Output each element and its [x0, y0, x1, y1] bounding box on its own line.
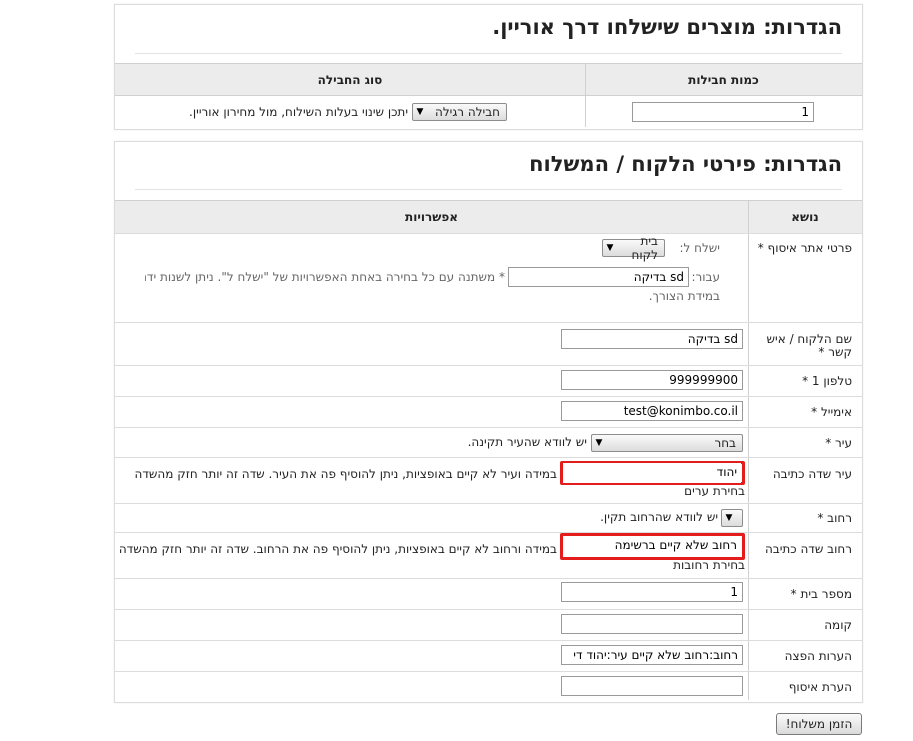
table-row: עיר * בחר ▼ יש לוודא שהעיר תקינה.: [115, 427, 862, 458]
street-text-label: רחוב שדה כתיבה: [764, 542, 852, 556]
email-input[interactable]: test@konimbo.co.il: [561, 401, 743, 421]
col-header-package-type: סוג החבילה: [317, 72, 383, 87]
table-row: טלפון 1 * 999999900: [115, 365, 862, 397]
city-text-note-cont: בחירת ערים: [684, 484, 745, 498]
delivery-notes-label: הערות הפצה: [784, 649, 852, 663]
email-label: אימייל *: [811, 405, 852, 419]
phone-label: טלפון 1 *: [802, 374, 852, 388]
packages-quantity-input[interactable]: 1: [632, 102, 814, 122]
for-note-cont: במידת הצורך.: [648, 289, 720, 303]
shipping-products-panel: הגדרות: מוצרים שישלחו דרך אוריין. כמות ח…: [114, 4, 863, 130]
house-number-label: מספר בית *: [790, 587, 852, 601]
table-row: קומה: [115, 609, 862, 641]
for-label: עבור:: [691, 270, 720, 284]
send-to-label: ישלח ל:: [679, 241, 720, 255]
city-text-label: עיר שדה כתיבה: [772, 467, 852, 481]
table-row: פרטי אתר איסוף * ישלח ל: בית לקוח ▼ עבור…: [115, 233, 862, 323]
table-row: רחוב * ▼ יש לוודא שהרחוב תקין.: [115, 503, 862, 533]
pickup-site-label: פרטי אתר איסוף *: [757, 241, 852, 255]
customer-name-input[interactable]: sd בדיקה: [561, 329, 743, 349]
table-row: מספר בית * 1: [115, 578, 862, 610]
table-row: עיר שדה כתיבה יהוד במידה ועיר לא קיים בא…: [115, 457, 862, 504]
for-note: * משתנה עם כל בחירה באחת האפשרויות של "י…: [145, 270, 505, 284]
panel-title: הגדרות: מוצרים שישלחו דרך אוריין.: [492, 15, 842, 39]
street-text-note: במידה ורחוב לא קיים באופציות, ניתן להוסי…: [118, 542, 557, 556]
send-to-select[interactable]: בית לקוח ▼: [602, 234, 665, 262]
chevron-down-icon: ▼: [606, 243, 614, 253]
package-type-note: יתכן שינוי בעלות השילוח, מול מחירון אורי…: [189, 105, 408, 119]
phone-input[interactable]: 999999900: [561, 370, 743, 390]
pickup-note-input[interactable]: [561, 676, 743, 696]
table-row: שם הלקוח / איש קשר * sd בדיקה: [115, 322, 862, 366]
table-header: כמות חבילות סוג החבילה: [115, 63, 862, 96]
col-header-subject: נושא: [791, 210, 819, 224]
for-input[interactable]: sd בדיקה: [508, 267, 689, 287]
chevron-down-icon: ▼: [416, 107, 424, 117]
col-header-packages: כמות חבילות: [688, 72, 759, 87]
city-text-note: במידה ועיר לא קיים באופציות, ניתן להוסיף…: [134, 467, 557, 481]
send-to-value: בית לקוח: [631, 234, 658, 262]
customer-shipping-panel: הגדרות: פירטי הלקוח / המשלוח נושא אפשרוי…: [114, 141, 863, 703]
street-note: יש לוודא שהרחוב תקין.: [600, 510, 718, 524]
street-text-input[interactable]: רחוב שלא קיים ברשימה: [563, 536, 741, 556]
house-number-input[interactable]: 1: [561, 582, 743, 602]
city-select-value: בחר: [714, 436, 736, 450]
col-header-options: אפשרויות: [405, 210, 458, 224]
table-header: נושא אפשרויות: [115, 200, 862, 234]
order-shipping-button[interactable]: הזמן משלוח!: [776, 713, 862, 735]
table-row: הערת איסוף: [115, 671, 862, 702]
street-label: רחוב *: [817, 511, 852, 525]
package-type-select[interactable]: חבילה רגילה ▼: [412, 103, 507, 121]
city-text-input[interactable]: יהוד: [563, 463, 741, 483]
package-type-value: חבילה רגילה: [435, 105, 500, 119]
pickup-note-label: הערת איסוף: [788, 680, 852, 694]
floor-input[interactable]: [561, 614, 743, 634]
delivery-notes-input[interactable]: רחוב:רחוב שלא קיים עיר:יהוד די: [561, 645, 743, 665]
chevron-down-icon: ▼: [595, 438, 603, 448]
table-row: הערות הפצה רחוב:רחוב שלא קיים עיר:יהוד ד…: [115, 640, 862, 672]
city-note: יש לוודא שהעיר תקינה.: [467, 435, 587, 449]
panel-title: הגדרות: פירטי הלקוח / המשלוח: [529, 152, 842, 176]
table-row: רחוב שדה כתיבה רחוב שלא קיים ברשימה במיד…: [115, 532, 862, 579]
street-select[interactable]: ▼: [721, 509, 743, 527]
customer-name-label: שם הלקוח / איש קשר *: [766, 332, 852, 359]
city-label: עיר *: [825, 436, 852, 450]
street-text-note-cont: בחירת רחובות: [673, 558, 745, 572]
city-select[interactable]: בחר ▼: [591, 434, 743, 452]
table-row: אימייל * test@konimbo.co.il: [115, 396, 862, 428]
chevron-down-icon: ▼: [725, 513, 733, 523]
floor-label: קומה: [824, 618, 852, 632]
